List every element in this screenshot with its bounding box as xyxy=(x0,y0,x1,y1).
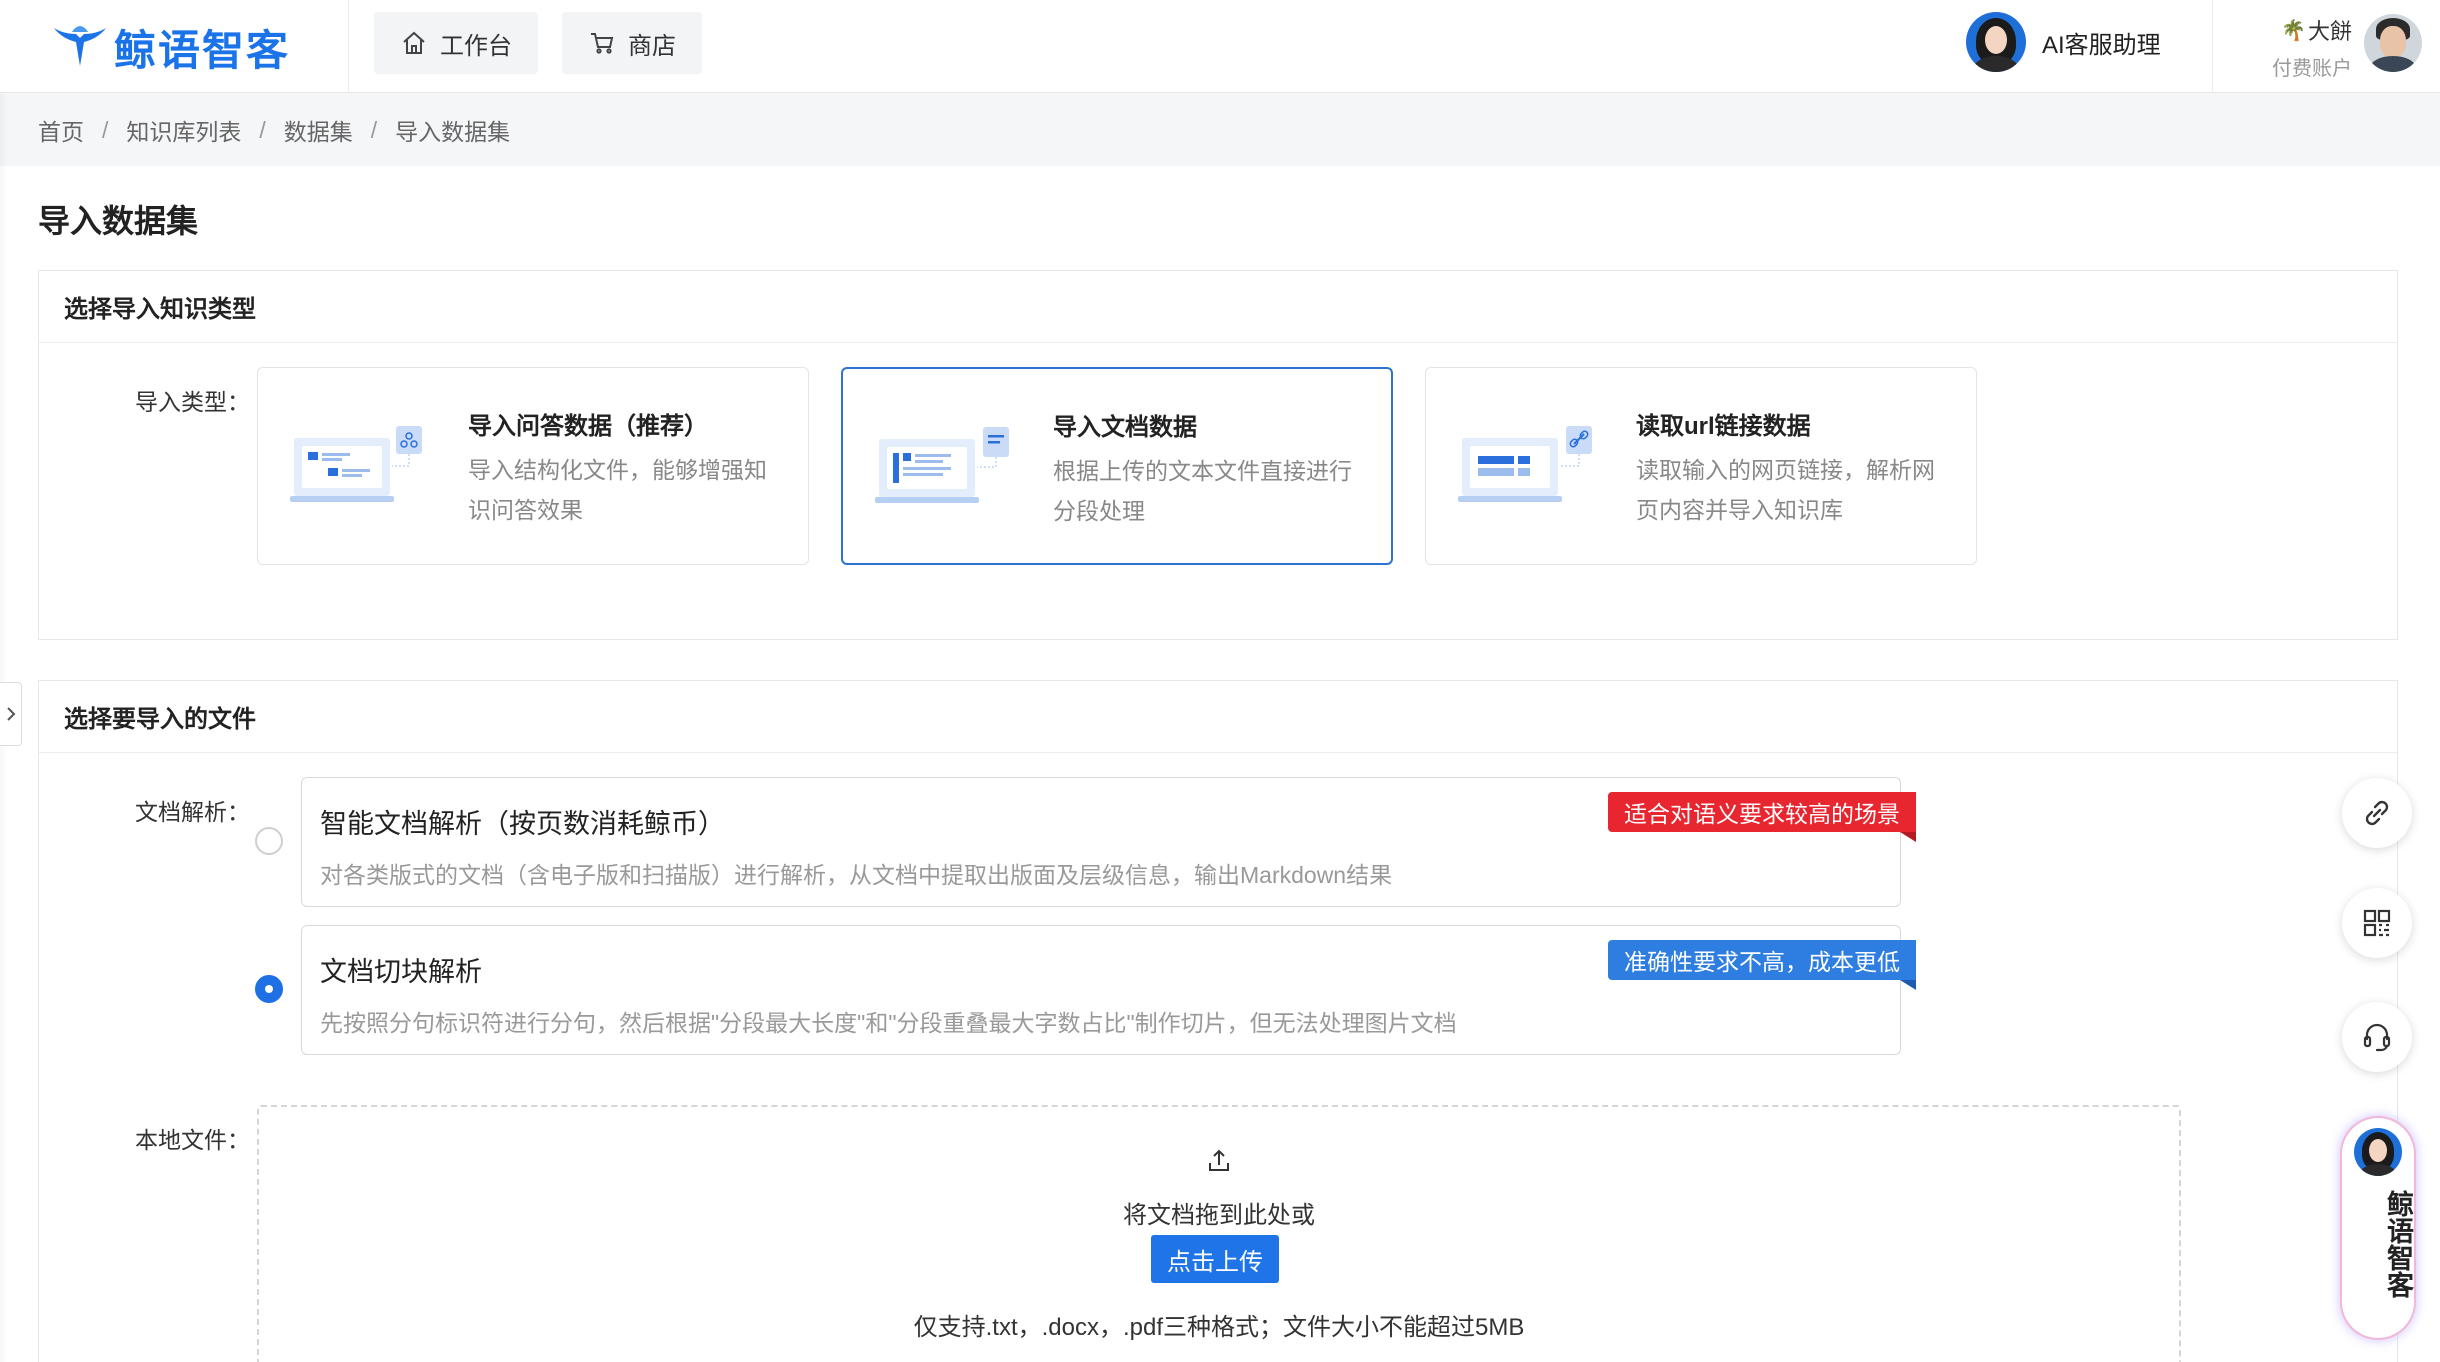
breadcrumb-home[interactable]: 首页 xyxy=(38,113,84,147)
import-type-card-url[interactable]: 读取url链接数据 读取输入的网页链接，解析网页内容并导入知识库 xyxy=(1425,367,1977,565)
upload-icon xyxy=(1209,1149,1229,1171)
widget-brand-char: 语 xyxy=(2383,1217,2413,1244)
import-type-card-document[interactable]: 导入文档数据 根据上传的文本文件直接进行分段处理 xyxy=(841,367,1393,565)
nav-store-button[interactable]: 商店 xyxy=(562,12,702,74)
top-header: 鲸语智客 工作台 商店 AI客服助理 🌴 大餅 付费账户 xyxy=(0,0,2440,93)
logo-text: 鲸语智客 xyxy=(114,26,291,74)
smart-parse-option[interactable]: 智能文档解析（按页数消耗鲸币） 对各类版式的文档（含电子版和扫描版）进行解析，从… xyxy=(301,777,1916,907)
upload-format-note: 仅支持.txt，.docx，.pdf三种格式；文件大小不能超过5MB xyxy=(913,1314,1525,1341)
nav-workbench-button[interactable]: 工作台 xyxy=(374,12,538,74)
chunk-parse-tag: 准确性要求不高，成本更低 xyxy=(1608,940,1916,990)
ai-assistant-button[interactable]: AI客服助理 xyxy=(1966,10,2161,74)
file-drop-zone[interactable]: 将文档拖到此处或 点击上传 仅支持.txt，.docx，.pdf三种格式；文件大… xyxy=(257,1105,2181,1362)
float-support-button[interactable] xyxy=(2342,1002,2412,1072)
widget-brand-text: 鲸 语 智 客 xyxy=(2342,1190,2414,1298)
url-card-desc: 读取输入的网页链接，解析网页内容并导入知识库 xyxy=(1636,457,1935,523)
nav-workbench-label: 工作台 xyxy=(440,32,512,60)
header-divider xyxy=(348,0,349,93)
qa-card-title: 导入问答数据（推荐） xyxy=(468,413,708,440)
document-card-title: 导入文档数据 xyxy=(1053,414,1197,441)
qa-card-desc: 导入结构化文件，能够增强知识问答效果 xyxy=(468,457,767,523)
url-import-illustration xyxy=(1458,426,1592,502)
link-icon xyxy=(2365,800,2389,826)
user-name-text: 大餅 xyxy=(2307,19,2352,44)
chunk-parse-desc: 先按照分句标识符进行分句，然后根据"分段最大长度"和"分段重叠最大字数占比"制作… xyxy=(320,1010,1457,1036)
document-import-illustration xyxy=(875,427,1009,503)
qrcode-icon xyxy=(2363,909,2391,937)
home-icon xyxy=(403,31,425,54)
smart-parse-desc: 对各类版式的文档（含电子版和扫描版）进行解析，从文档中提取出版面及层级信息，输出… xyxy=(320,862,1393,888)
app-logo[interactable]: 鲸语智客 xyxy=(50,20,290,74)
chunk-parse-option[interactable]: 文档切块解析 先按照分句标识符进行分句，然后根据"分段最大长度"和"分段重叠最大… xyxy=(301,925,1916,1055)
local-file-label: 本地文件： xyxy=(135,1127,250,1153)
chunk-parse-title: 文档切块解析 xyxy=(320,957,482,987)
breadcrumb-separator: / xyxy=(370,116,378,143)
whale-logo-icon xyxy=(54,26,106,66)
import-type-card-qa[interactable]: 导入问答数据（推荐） 导入结构化文件，能够增强知识问答效果 xyxy=(257,367,809,565)
page-title: 导入数据集 xyxy=(38,203,199,239)
import-type-label: 导入类型： xyxy=(135,389,250,415)
widget-brand-char: 鲸 xyxy=(2383,1190,2413,1217)
headset-icon xyxy=(2363,1023,2391,1052)
chevron-right-icon xyxy=(6,707,15,721)
upload-button[interactable]: 点击上传 xyxy=(1151,1235,1279,1283)
user-avatar[interactable] xyxy=(2364,14,2422,72)
breadcrumb-separator: / xyxy=(102,116,109,143)
widget-avatar xyxy=(2354,1128,2402,1176)
float-qrcode-button[interactable] xyxy=(2342,888,2412,958)
breadcrumb-knowledge-list[interactable]: 知识库列表 xyxy=(126,113,241,147)
smart-parse-tag: 适合对语义要求较高的场景 xyxy=(1608,792,1916,842)
float-link-button[interactable] xyxy=(2342,778,2412,848)
doc-parse-label: 文档解析： xyxy=(135,799,250,825)
user-plan: 付费账户 xyxy=(2272,58,2352,80)
import-type-panel-title: 选择导入知识类型 xyxy=(39,271,2397,343)
user-name: 🌴 大餅 xyxy=(2272,14,2352,46)
user-info[interactable]: 🌴 大餅 付费账户 xyxy=(2272,14,2352,81)
nav-store-label: 商店 xyxy=(628,32,676,60)
breadcrumb-current: 导入数据集 xyxy=(395,119,511,145)
brand-chat-widget[interactable]: 鲸 语 智 客 xyxy=(2342,1118,2414,1338)
chunk-parse-radio[interactable] xyxy=(255,975,283,1003)
upload-hint: 将文档拖到此处或 xyxy=(1123,1202,1315,1229)
cart-icon xyxy=(591,33,614,54)
sidebar-expand-handle[interactable] xyxy=(0,682,22,746)
header-divider xyxy=(2212,0,2213,93)
widget-brand-char: 客 xyxy=(2383,1271,2413,1298)
palm-tree-icon: 🌴 xyxy=(2281,19,2306,42)
smart-parse-radio[interactable] xyxy=(255,827,283,855)
import-type-panel: 选择导入知识类型 导入类型： 导入问答数据（推荐） 导入结构化文件，能够增强知识… xyxy=(38,270,2398,640)
file-select-panel: 选择要导入的文件 文档解析： 智能文档解析（按页数消耗鲸币） 对各类版式的文档（… xyxy=(38,680,2398,1362)
widget-brand-char: 智 xyxy=(2383,1244,2413,1271)
document-card-desc: 根据上传的文本文件直接进行分段处理 xyxy=(1053,458,1352,524)
breadcrumb-dataset[interactable]: 数据集 xyxy=(284,113,353,147)
assistant-label: AI客服助理 xyxy=(2042,31,2161,59)
breadcrumb: 首页 / 知识库列表 / 数据集 / 导入数据集 xyxy=(0,94,2440,166)
assistant-avatar xyxy=(1966,12,2026,72)
url-card-title: 读取url链接数据 xyxy=(1636,413,1811,440)
file-select-panel-title: 选择要导入的文件 xyxy=(39,681,2397,753)
breadcrumb-separator: / xyxy=(259,116,266,143)
qa-import-illustration xyxy=(290,426,422,502)
smart-parse-title: 智能文档解析（按页数消耗鲸币） xyxy=(320,809,725,839)
